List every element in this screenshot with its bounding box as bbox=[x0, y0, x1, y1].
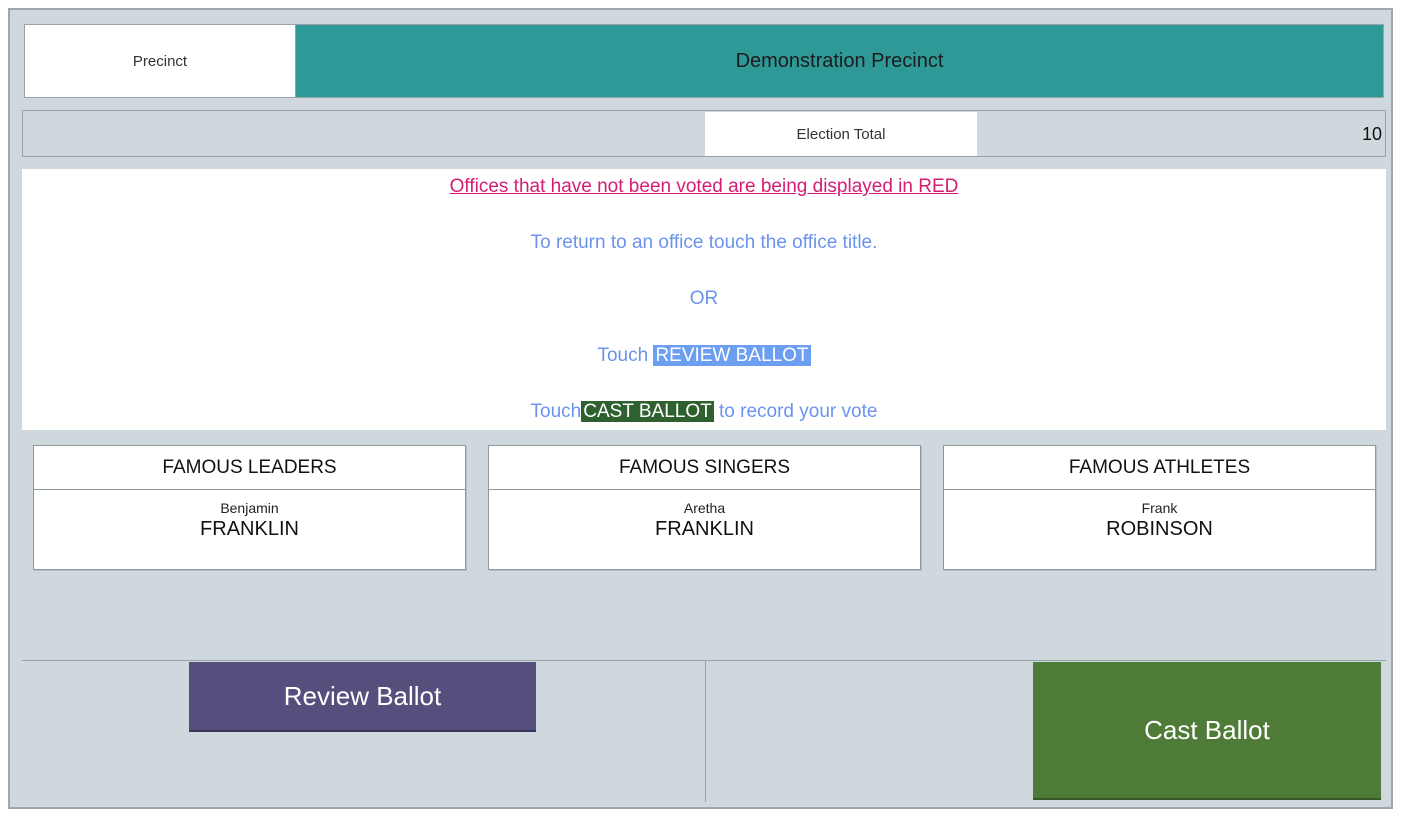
cast-suffix: to record your vote bbox=[719, 401, 878, 422]
candidate-last-name: FRANKLIN bbox=[200, 518, 299, 540]
candidate-selection: Frank ROBINSON bbox=[944, 490, 1375, 541]
candidate-last-name: FRANKLIN bbox=[655, 518, 754, 540]
cast-ballot-button[interactable]: Cast Ballot bbox=[1033, 662, 1381, 800]
office-card-athletes[interactable]: FAMOUS ATHLETES Frank ROBINSON bbox=[943, 445, 1376, 570]
candidate-selection: Aretha FRANKLIN bbox=[489, 490, 920, 541]
cast-ballot-highlight: CAST BALLOT bbox=[581, 401, 714, 422]
office-title[interactable]: FAMOUS LEADERS bbox=[34, 446, 465, 490]
review-ballot-button[interactable]: Review Ballot bbox=[189, 662, 536, 732]
office-title[interactable]: FAMOUS ATHLETES bbox=[944, 446, 1375, 490]
precinct-label: Precinct bbox=[24, 24, 296, 98]
candidate-first-name: Frank bbox=[1141, 500, 1178, 516]
review-instruction: Touch REVIEW BALLOT bbox=[22, 345, 1386, 367]
candidate-first-name: Benjamin bbox=[220, 500, 279, 516]
review-ballot-highlight: REVIEW BALLOT bbox=[653, 345, 811, 366]
candidate-first-name: Aretha bbox=[683, 500, 726, 516]
instructions-panel: Offices that have not been voted are bei… bbox=[22, 169, 1386, 430]
action-divider bbox=[705, 660, 706, 802]
unvoted-warning: Offices that have not been voted are bei… bbox=[449, 176, 959, 197]
precinct-name: Demonstration Precinct bbox=[296, 24, 1384, 98]
election-total-label: Election Total bbox=[705, 112, 977, 156]
cast-instruction: Touch CAST BALLOT to record your vote bbox=[22, 401, 1386, 423]
candidate-last-name: ROBINSON bbox=[1106, 518, 1213, 540]
office-card-singers[interactable]: FAMOUS SINGERS Aretha FRANKLIN bbox=[488, 445, 921, 570]
or-text: OR bbox=[689, 288, 719, 309]
cast-touch-prefix: Touch bbox=[530, 401, 582, 422]
election-total-value: 10 bbox=[1361, 123, 1382, 144]
return-instruction: To return to an office touch the office … bbox=[530, 232, 878, 253]
office-card-leaders[interactable]: FAMOUS LEADERS Benjamin FRANKLIN bbox=[33, 445, 466, 570]
review-touch-prefix: Touch bbox=[597, 345, 649, 366]
office-title[interactable]: FAMOUS SINGERS bbox=[489, 446, 920, 490]
candidate-selection: Benjamin FRANKLIN bbox=[34, 490, 465, 541]
